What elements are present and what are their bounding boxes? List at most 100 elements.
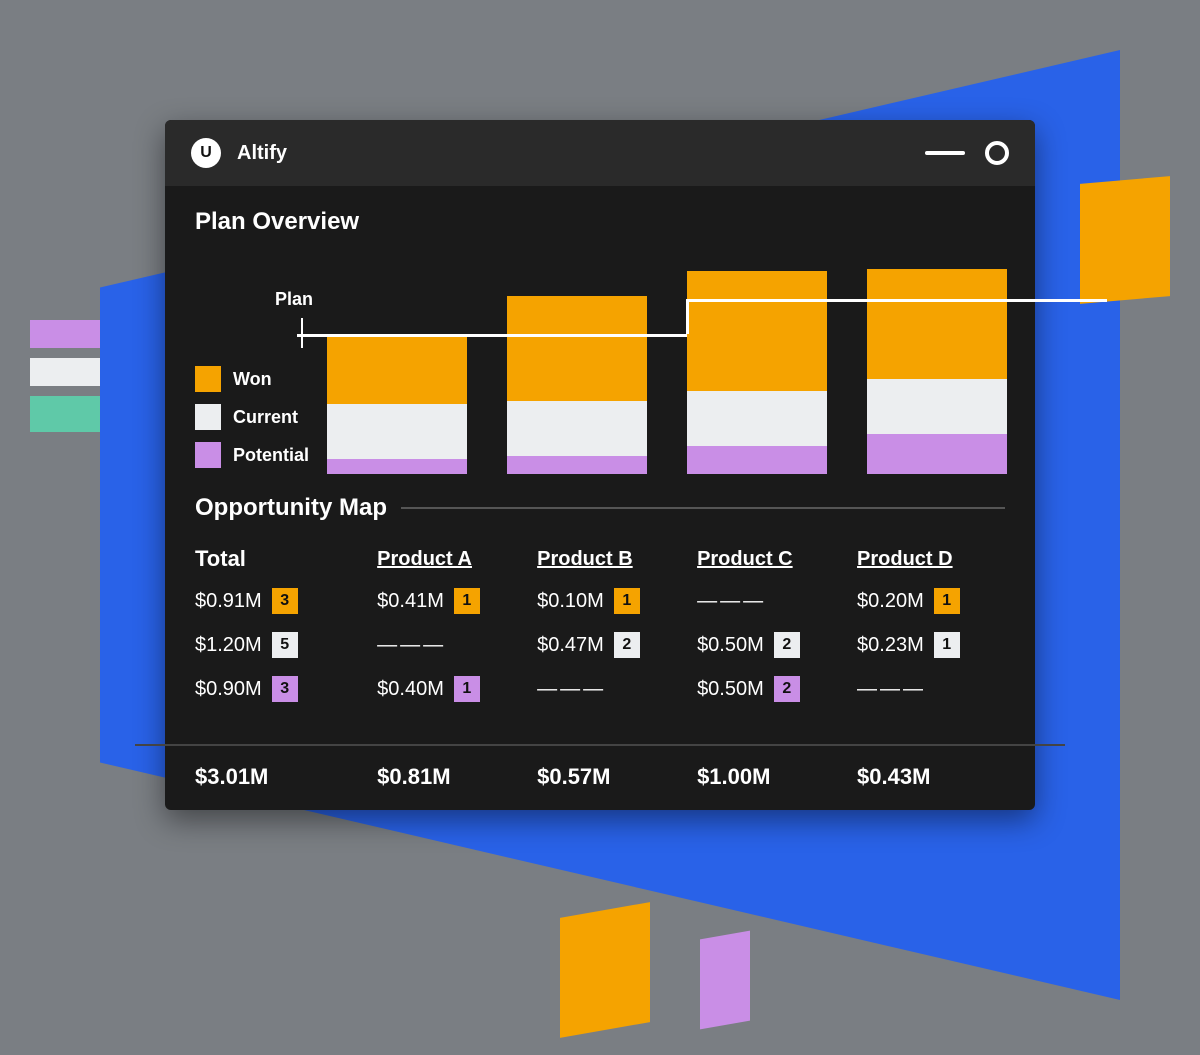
- section-divider: [401, 507, 1005, 509]
- legend-current: Current: [195, 404, 309, 430]
- chart-bars: [327, 244, 1007, 474]
- table-cell: $0.40M 1: [377, 676, 525, 702]
- footer-total: $1.00M: [697, 764, 845, 790]
- empty-cell: ———: [377, 634, 446, 657]
- chart-bar-segment: [687, 391, 827, 446]
- legend-current-swatch-icon: [195, 404, 221, 430]
- opportunity-map-title: Opportunity Map: [195, 494, 387, 522]
- table-row: $0.91M 3 $0.41M 1 $0.10M 1 ——— $0.20M 1: [195, 588, 1005, 614]
- count-badge: 3: [272, 676, 298, 702]
- empty-cell: ———: [857, 678, 926, 701]
- plan-line-segment: [687, 299, 1107, 302]
- table-cell: ———: [537, 678, 685, 701]
- count-badge: 2: [614, 632, 640, 658]
- count-badge: 2: [774, 676, 800, 702]
- app-logo-icon: U: [191, 138, 221, 168]
- cell-amount: $0.40M: [377, 678, 444, 701]
- chart-bar-segment: [327, 459, 467, 474]
- col-total: Total: [195, 546, 365, 572]
- chart-legend: Plan Won Current Potential: [195, 289, 309, 474]
- cell-amount: $0.90M: [195, 678, 262, 701]
- window-controls: [925, 141, 1009, 165]
- table-cell: ———: [377, 634, 525, 657]
- footer-total: $0.81M: [377, 764, 525, 790]
- count-badge: 1: [934, 588, 960, 614]
- legend-won-label: Won: [233, 369, 272, 390]
- footer-total: $0.43M: [857, 764, 1005, 790]
- cell-amount: $0.20M: [857, 590, 924, 613]
- table-cell: $0.41M 1: [377, 588, 525, 614]
- cell-amount: $0.91M: [195, 590, 262, 613]
- plan-overview-title: Plan Overview: [195, 208, 1005, 236]
- col-product[interactable]: Product B: [537, 548, 685, 571]
- opportunity-table-header: Total Product A Product B Product C Product …: [195, 546, 1005, 572]
- plan-line-label: Plan: [275, 289, 313, 310]
- chart-bar-segment: [327, 404, 467, 459]
- cell-amount: $0.23M: [857, 634, 924, 657]
- plan-overview-chart: Plan Won Current Potential: [195, 244, 1005, 474]
- table-cell: ———: [857, 678, 1005, 701]
- cell-amount: $0.10M: [537, 590, 604, 613]
- chart-bar-segment: [327, 334, 467, 404]
- legend-potential: Potential: [195, 442, 309, 468]
- col-product[interactable]: Product A: [377, 548, 525, 571]
- table-cell: ———: [697, 590, 845, 613]
- empty-cell: ———: [697, 590, 766, 613]
- chart-bar-segment: [687, 271, 827, 391]
- count-badge: 5: [272, 632, 298, 658]
- table-cell: $0.91M 3: [195, 588, 365, 614]
- table-row: $0.90M 3 $0.40M 1 ——— $0.50M2 ———: [195, 676, 1005, 702]
- count-badge: 3: [272, 588, 298, 614]
- close-icon[interactable]: [985, 141, 1009, 165]
- count-badge: 1: [454, 588, 480, 614]
- cell-amount: $0.41M: [377, 590, 444, 613]
- titlebar: U Altify: [165, 120, 1035, 186]
- table-cell: $0.23M 1: [857, 632, 1005, 658]
- table-cell: $0.20M 1: [857, 588, 1005, 614]
- footer-total: $3.01M: [195, 764, 365, 790]
- plan-tick-icon: [301, 318, 303, 348]
- opportunity-table-footer: $3.01M $0.81M $0.57M $1.00M $0.43M: [165, 746, 1035, 810]
- count-badge: 1: [614, 588, 640, 614]
- legend-current-label: Current: [233, 407, 298, 428]
- chart-bar-segment: [867, 269, 1007, 379]
- minimize-icon[interactable]: [925, 151, 965, 155]
- plan-line-segment: [297, 334, 687, 337]
- chart-bar-segment: [507, 456, 647, 474]
- bg-rect-purple-bottom: [700, 931, 750, 1030]
- chart-bar-segment: [867, 434, 1007, 474]
- app-window: U Altify Plan Overview Plan Won Current: [165, 120, 1035, 810]
- legend-potential-swatch-icon: [195, 442, 221, 468]
- plan-line-segment: [686, 299, 689, 334]
- count-badge: 1: [934, 632, 960, 658]
- bg-rect-orange-bottom: [560, 902, 650, 1038]
- chart-bar-segment: [867, 379, 1007, 434]
- table-cell: $1.20M 5: [195, 632, 365, 658]
- app-title: Altify: [237, 142, 287, 165]
- cell-amount: $0.50M: [697, 634, 764, 657]
- chart-bar-segment: [507, 296, 647, 401]
- table-cell: $0.50M2: [697, 676, 845, 702]
- col-product[interactable]: Product D: [857, 548, 1005, 571]
- table-row: $1.20M 5 ——— $0.47M 2 $0.50M 2 $0.23M 1: [195, 632, 1005, 658]
- chart-bar-segment: [507, 401, 647, 456]
- legend-won: Won: [195, 366, 309, 392]
- chart-bar-segment: [687, 446, 827, 474]
- chart-bar: [327, 334, 467, 474]
- cell-amount: $1.20M: [195, 634, 262, 657]
- chart-bar: [507, 296, 647, 474]
- empty-cell: ———: [537, 678, 606, 701]
- table-cell: $0.47M 2: [537, 632, 685, 658]
- table-cell: $0.90M 3: [195, 676, 365, 702]
- legend-potential-label: Potential: [233, 445, 309, 466]
- bg-rect-orange-right: [1080, 176, 1170, 304]
- table-cell: $0.10M 1: [537, 588, 685, 614]
- table-cell: $0.50M 2: [697, 632, 845, 658]
- footer-total: $0.57M: [537, 764, 685, 790]
- cell-amount: $0.47M: [537, 634, 604, 657]
- col-product[interactable]: Product C: [697, 548, 845, 571]
- opportunity-table: Total Product A Product B Product C Product …: [195, 536, 1005, 738]
- count-badge: 1: [454, 676, 480, 702]
- count-badge: 2: [774, 632, 800, 658]
- legend-won-swatch-icon: [195, 366, 221, 392]
